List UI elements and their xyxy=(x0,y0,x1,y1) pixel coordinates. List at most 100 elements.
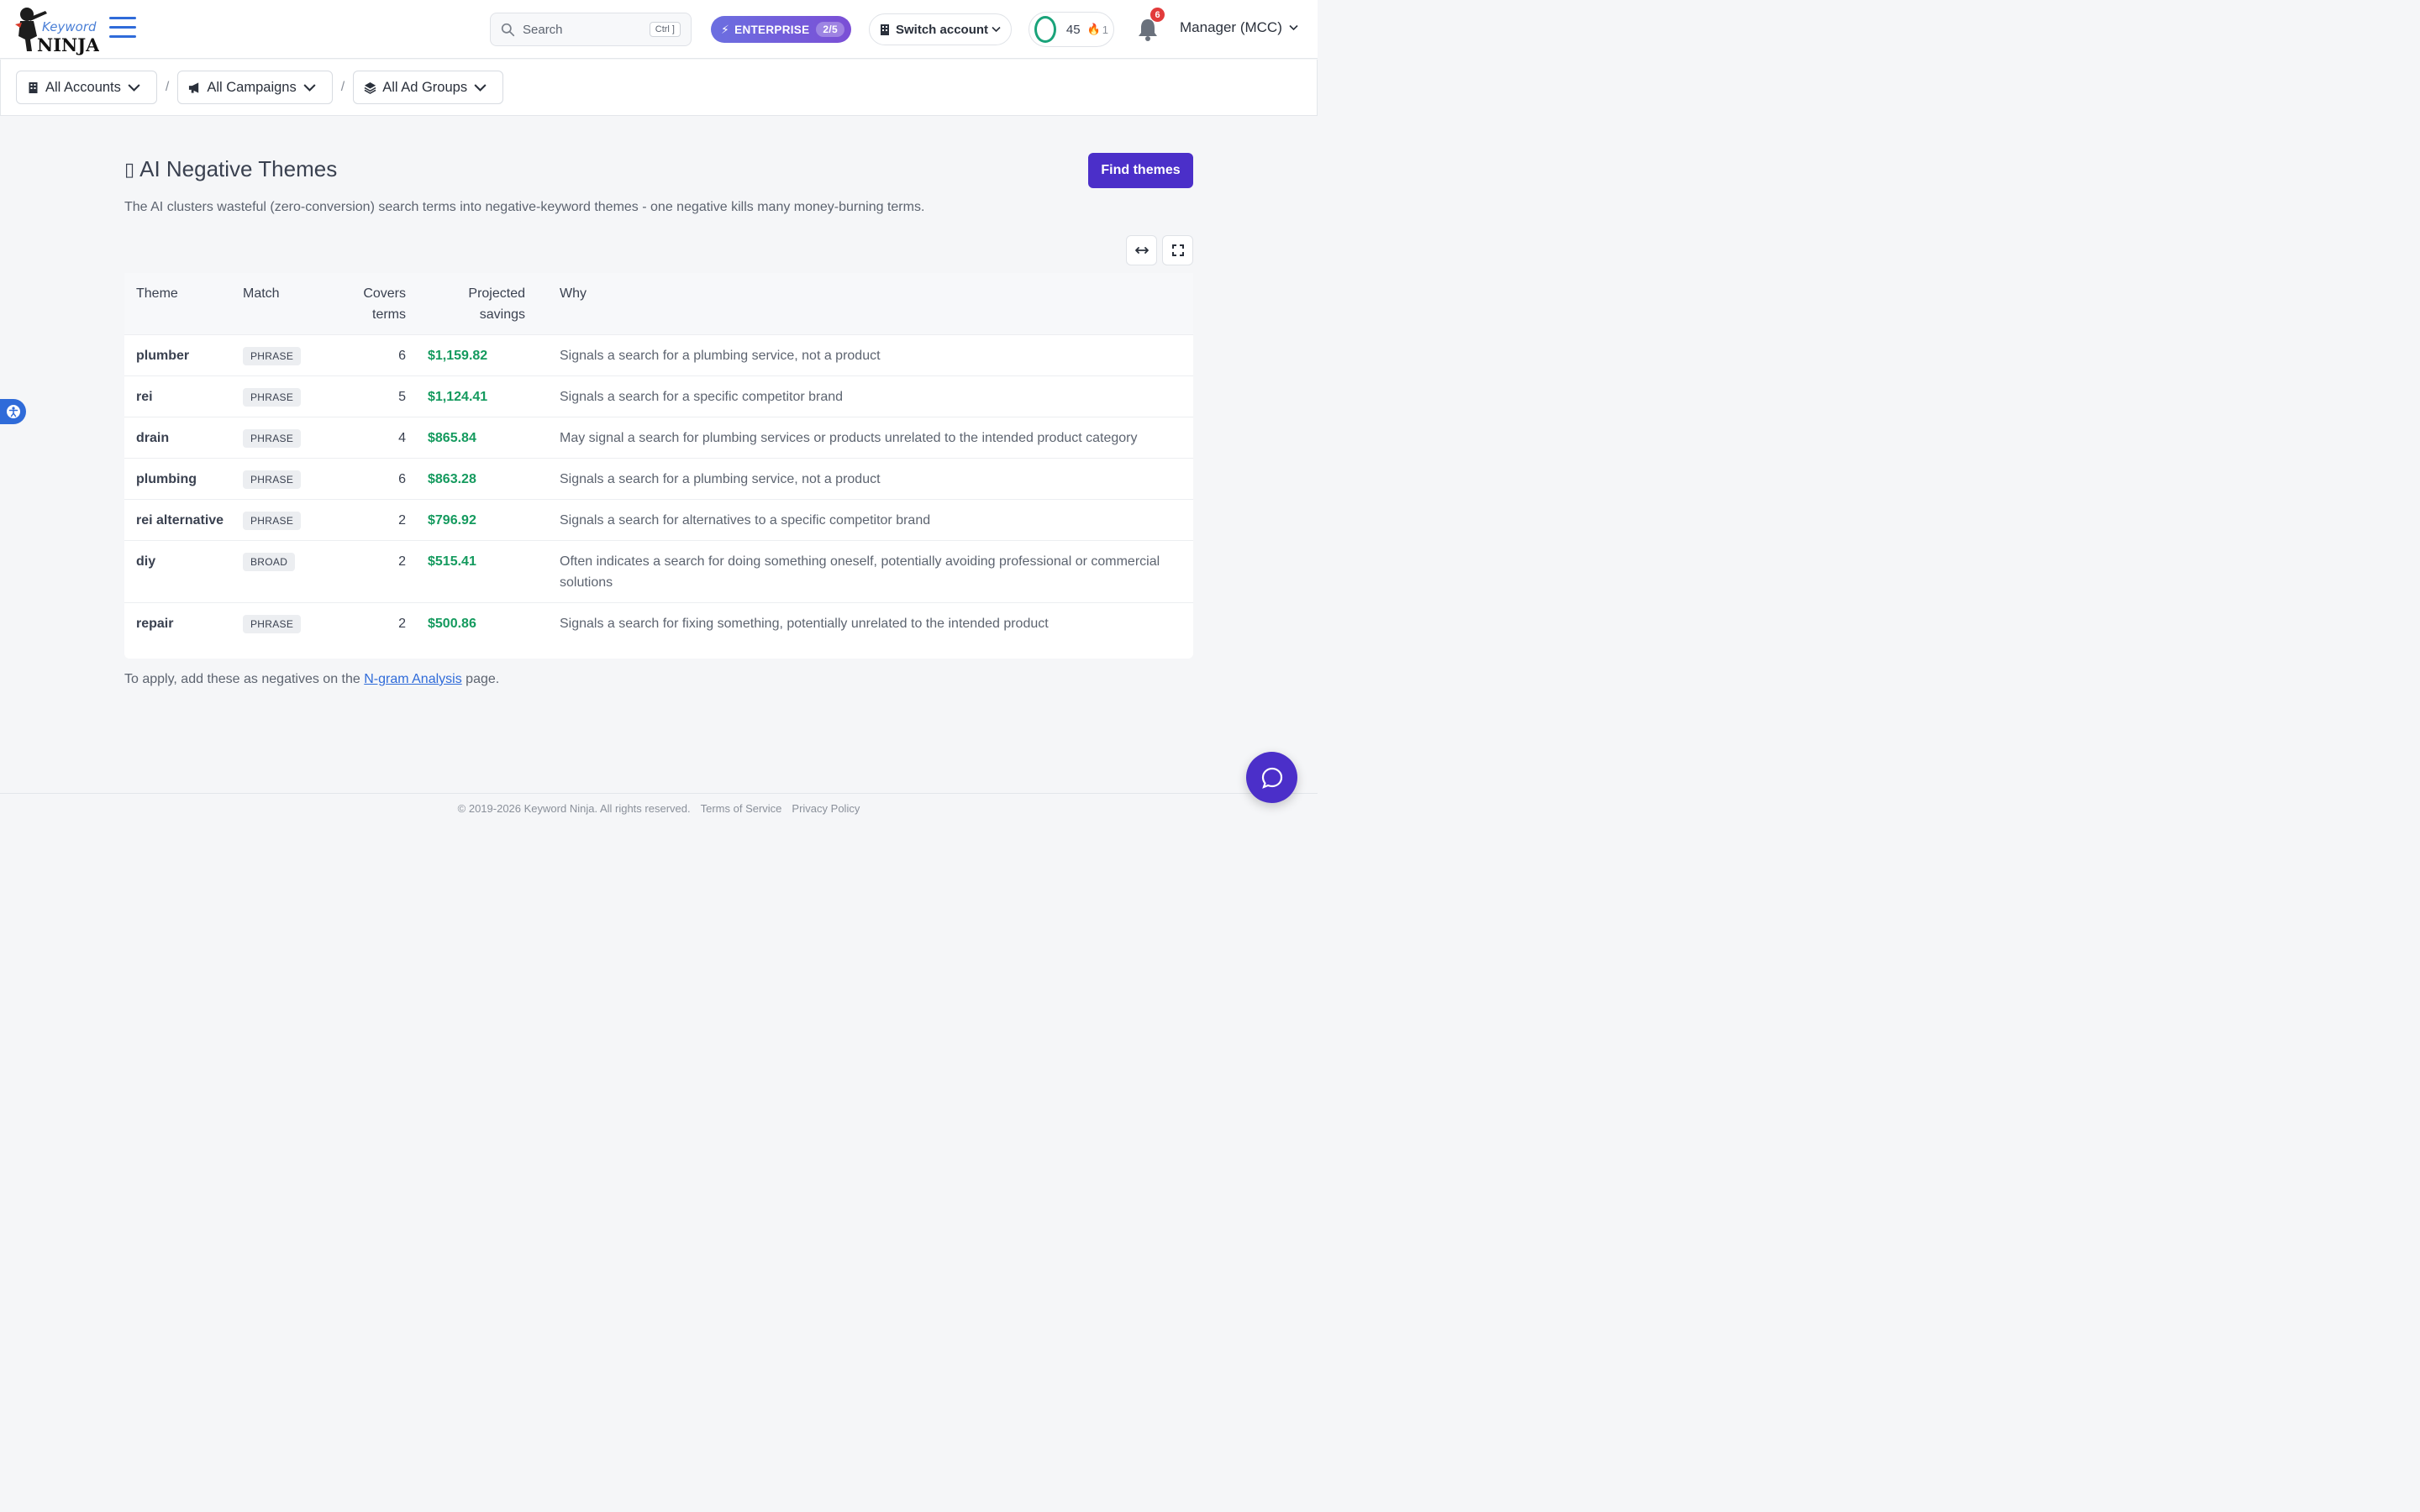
building-icon xyxy=(881,24,889,35)
account-menu[interactable]: Manager (MCC) xyxy=(1180,19,1298,36)
privacy-link[interactable]: Privacy Policy xyxy=(792,802,860,815)
plan-label: ENTERPRISE xyxy=(734,23,810,36)
global-search[interactable]: Search Ctrl ] xyxy=(490,13,692,46)
column-header-covers-line1: Covers xyxy=(363,286,406,301)
why-cell: Signals a search for a specific competit… xyxy=(560,390,844,404)
terms-link[interactable]: Terms of Service xyxy=(701,802,782,815)
ngram-analysis-link[interactable]: N-gram Analysis xyxy=(364,672,461,686)
expand-width-button[interactable] xyxy=(1126,235,1157,265)
savings-cell: $1,124.41 xyxy=(406,376,537,417)
projected-savings: $515.41 xyxy=(428,554,476,569)
keyword-ninja-logo[interactable]: Keyword NINJA xyxy=(12,3,100,56)
accounts-dropdown-label: All Accounts xyxy=(45,79,121,95)
layers-icon xyxy=(364,81,376,94)
table-row[interactable]: repair PHRASE 2 $500.86 Signals a search for… xyxy=(124,603,1193,643)
chevron-down-icon xyxy=(303,83,316,92)
covers-cell: 2 xyxy=(398,554,406,569)
theme-name: drain xyxy=(136,431,170,445)
why-cell: Signals a search for a plumbing service,… xyxy=(560,349,881,363)
theme-name: diy xyxy=(136,554,156,569)
table-row[interactable]: plumbing PHRASE 6 $863.28 Signals a search f… xyxy=(124,459,1193,500)
search-placeholder: Search xyxy=(523,22,563,37)
match-cell: PHRASE xyxy=(231,459,335,499)
table-row[interactable]: rei PHRASE 5 $1,124.41 Signals a search for … xyxy=(124,376,1193,417)
theme-name: rei alternative xyxy=(136,513,224,528)
fullscreen-button[interactable] xyxy=(1162,235,1193,265)
table-row[interactable]: drain PHRASE 4 $865.84 May signal a search f… xyxy=(124,417,1193,459)
breadcrumb: All Accounts / All Campaigns / All Ad Gr… xyxy=(0,60,1318,116)
column-header-projected-line2: savings xyxy=(479,307,525,322)
switch-account-button[interactable]: Switch account xyxy=(869,13,1012,45)
theme-cell: repair xyxy=(124,603,231,643)
table-row[interactable]: plumber PHRASE 6 $1,159.82 Signals a search … xyxy=(124,335,1193,376)
campaigns-dropdown[interactable]: All Campaigns xyxy=(177,71,333,104)
match-type-badge: PHRASE xyxy=(243,347,302,365)
theme-name: plumber xyxy=(136,349,190,363)
match-type-badge: PHRASE xyxy=(243,615,302,633)
chevron-down-icon xyxy=(474,83,487,92)
score-ring-icon xyxy=(1034,16,1056,43)
score-widget[interactable]: 45 🔥 1 xyxy=(1028,12,1114,47)
breadcrumb-separator: / xyxy=(340,80,345,94)
top-header: Keyword NINJA Search Ctrl ] ⚡ ENTERPRISE… xyxy=(0,0,1318,59)
negative-themes-table: Theme Match Covers terms Projected savin… xyxy=(124,273,1193,659)
match-type-badge: PHRASE xyxy=(243,470,302,489)
theme-cell: plumbing xyxy=(124,459,231,499)
table-header: Theme Match Covers terms Projected savin… xyxy=(124,273,1193,335)
footnote-text-after: page. xyxy=(461,672,500,686)
menu-toggle-button[interactable] xyxy=(109,17,136,42)
theme-name: rei xyxy=(136,390,153,404)
column-header-projected[interactable]: Projected savings xyxy=(406,273,537,334)
page-footer: © 2019-2026 Keyword Ninja. All rights re… xyxy=(0,793,1318,823)
accessibility-button[interactable] xyxy=(0,399,26,424)
match-type-badge: BROAD xyxy=(243,553,296,571)
plan-badge[interactable]: ⚡ ENTERPRISE 2/5 xyxy=(711,16,851,43)
page-header: ▯ AI Negative Themes xyxy=(124,156,337,182)
table-body: plumber PHRASE 6 $1,159.82 Signals a search … xyxy=(124,335,1193,643)
projected-savings: $865.84 xyxy=(428,431,476,445)
chat-launcher-button[interactable] xyxy=(1246,752,1297,803)
savings-cell: $500.86 xyxy=(406,603,537,643)
theme-name: repair xyxy=(136,617,174,631)
projected-savings: $796.92 xyxy=(428,513,476,528)
column-header-match[interactable]: Match xyxy=(231,273,335,334)
covers-cell: 2 xyxy=(398,513,406,528)
svg-text:NINJA: NINJA xyxy=(37,34,99,55)
column-header-why[interactable]: Why xyxy=(537,273,1193,334)
accounts-dropdown[interactable]: All Accounts xyxy=(16,71,157,104)
ad-groups-dropdown-label: All Ad Groups xyxy=(382,79,468,95)
accessibility-icon xyxy=(6,405,20,418)
covers-cell: 4 xyxy=(398,431,406,445)
bolt-icon: ⚡ xyxy=(721,22,730,36)
campaigns-dropdown-label: All Campaigns xyxy=(207,79,297,95)
match-cell: PHRASE xyxy=(231,417,335,458)
ad-groups-dropdown[interactable]: All Ad Groups xyxy=(353,71,504,104)
match-cell: PHRASE xyxy=(231,603,335,643)
copyright-text: © 2019-2026 Keyword Ninja. All rights re… xyxy=(457,802,691,815)
chat-icon xyxy=(1261,767,1282,789)
theme-name: plumbing xyxy=(136,472,197,486)
why-cell: Often indicates a search for doing somet… xyxy=(560,554,1160,590)
projected-savings: $1,159.82 xyxy=(428,349,488,363)
title-glyph: ▯ xyxy=(124,158,135,180)
column-header-projected-line1: Projected xyxy=(468,286,525,301)
switch-account-label: Switch account xyxy=(896,22,989,37)
table-row[interactable]: rei alternative PHRASE 2 $796.92 Signals a s… xyxy=(124,500,1193,541)
search-icon xyxy=(501,23,515,36)
match-type-badge: PHRASE xyxy=(243,429,302,448)
savings-cell: $1,159.82 xyxy=(406,335,537,375)
projected-savings: $1,124.41 xyxy=(428,390,488,404)
projected-savings: $863.28 xyxy=(428,472,476,486)
breadcrumb-separator: / xyxy=(165,80,170,94)
chevron-down-icon xyxy=(128,83,140,92)
theme-cell: plumber xyxy=(124,335,231,375)
column-header-covers[interactable]: Covers terms xyxy=(335,273,406,334)
column-header-theme[interactable]: Theme xyxy=(124,273,231,334)
chevron-down-icon xyxy=(1289,24,1298,31)
table-row[interactable]: diy BROAD 2 $515.41 Often indicates a search… xyxy=(124,541,1193,603)
svg-text:Keyword: Keyword xyxy=(42,19,97,34)
covers-cell: 6 xyxy=(398,472,406,486)
find-themes-button[interactable]: Find themes xyxy=(1088,153,1193,188)
notification-badge: 6 xyxy=(1150,8,1165,22)
why-cell: Signals a search for alternatives to a s… xyxy=(560,513,931,528)
